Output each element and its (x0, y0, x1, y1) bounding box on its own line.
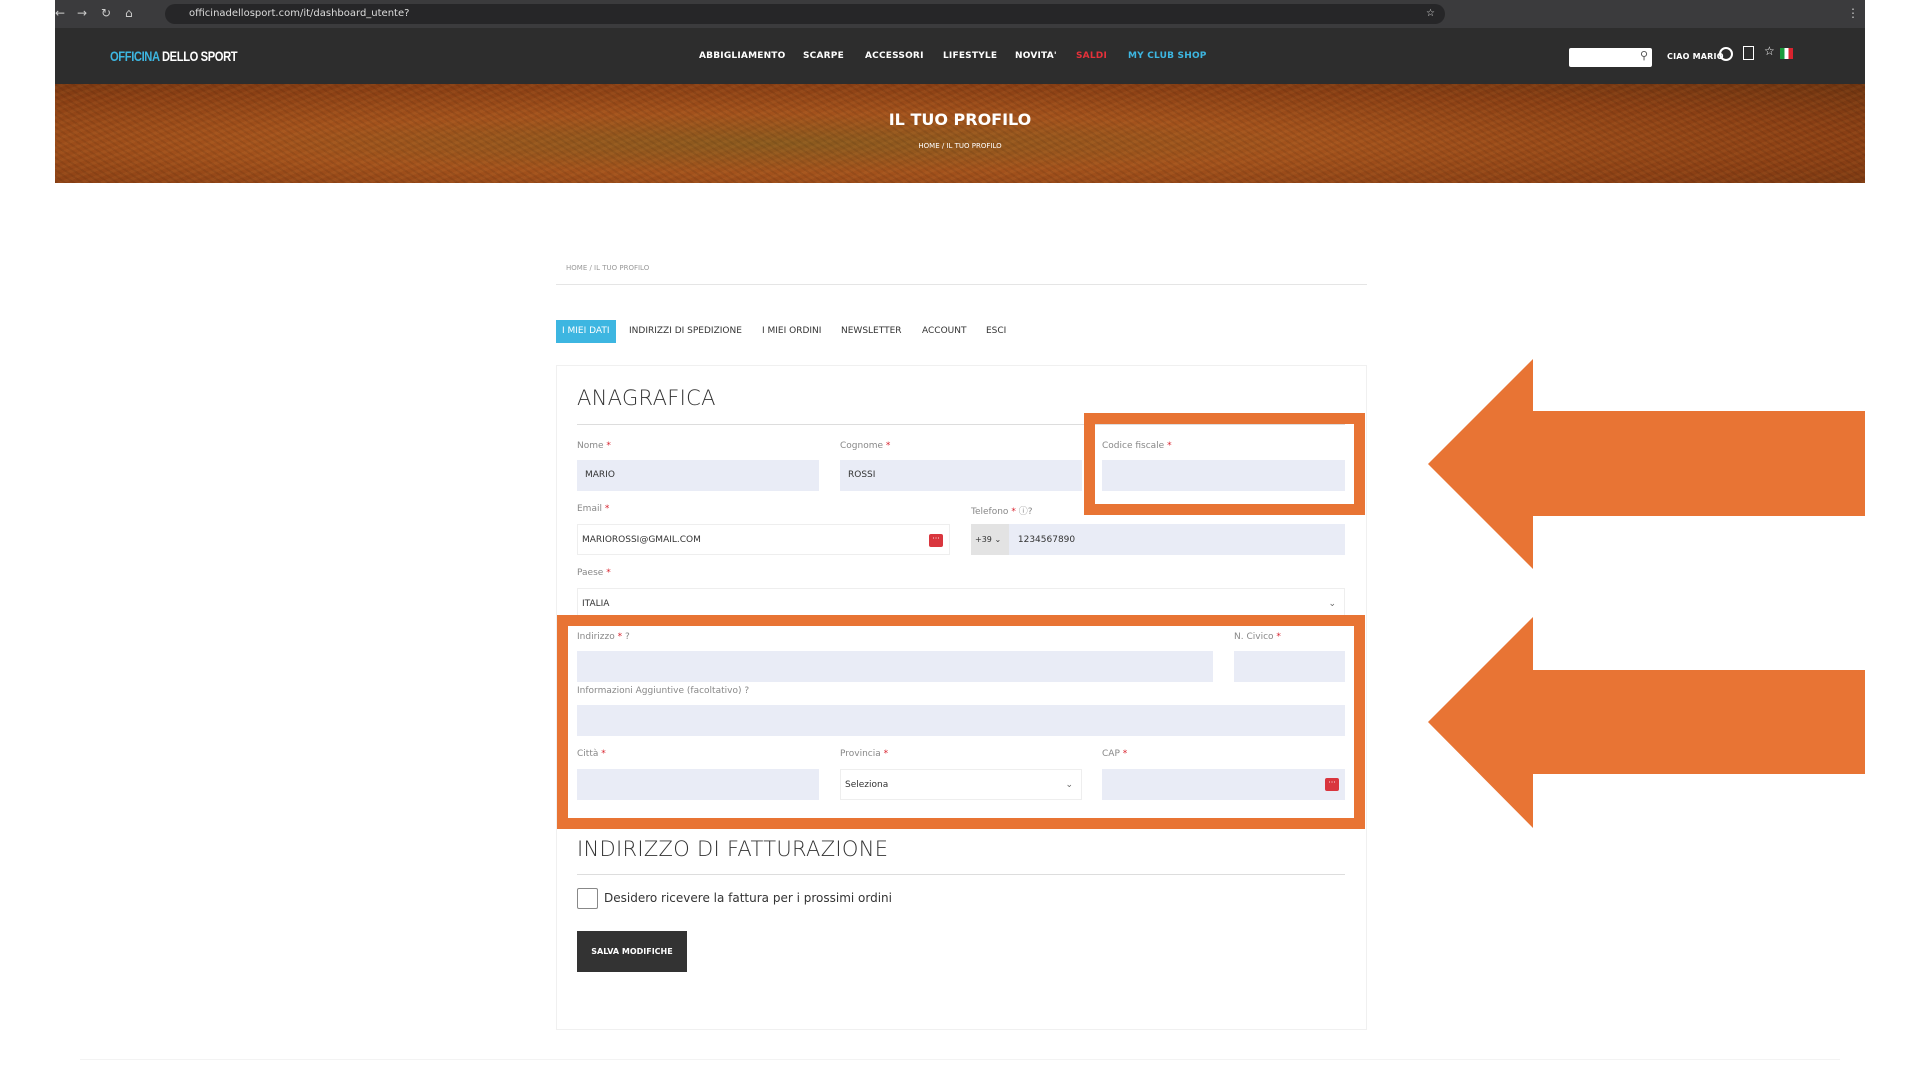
logo-part2: DELLO SPORT (161, 48, 238, 64)
wishlist-star-icon[interactable]: ☆ (1764, 44, 1775, 58)
annotation-arrows (1428, 359, 1865, 828)
browser-toolbar: ← → ↻ ⌂ officinadellosport.com/it/dashbo… (55, 0, 1865, 28)
nome-input[interactable]: MARIO (577, 460, 819, 491)
nav-my-club-shop[interactable]: MY CLUB SHOP (1128, 51, 1207, 61)
user-icon[interactable] (1719, 47, 1733, 61)
cart-icon[interactable] (1743, 46, 1754, 60)
annotation-box-address (557, 615, 1365, 829)
info-icon[interactable]: ⓘ (1019, 507, 1028, 517)
cognome-label: Cognome * (840, 441, 890, 451)
password-manager-icon[interactable]: ··· (929, 534, 943, 547)
telefono-input[interactable]: +39 ⌄ 1234567890 (971, 524, 1345, 555)
cognome-input[interactable]: ROSSI (840, 460, 1082, 491)
divider (577, 874, 1345, 875)
email-input[interactable]: MARIOROSSI@GMAIL.COM ··· (577, 524, 950, 555)
tab-esci[interactable]: ESCI (980, 320, 1012, 343)
nav-accessori[interactable]: ACCESSORI (865, 51, 924, 61)
invoice-checkbox-label[interactable]: Desidero ricevere la fattura per i pross… (604, 891, 892, 905)
nome-label: Nome * (577, 441, 611, 451)
bookmark-star-icon[interactable]: ☆ (1426, 4, 1435, 24)
forward-icon[interactable]: → (77, 6, 87, 20)
nav-novita[interactable]: NOVITA' (1015, 51, 1057, 61)
banner-breadcrumb: HOME / IL TUO PROFILO (918, 142, 1002, 150)
tab-account[interactable]: ACCOUNT (916, 320, 972, 343)
save-button[interactable]: SALVA MODIFICHE (577, 931, 687, 972)
search-input[interactable]: ⚲ (1569, 48, 1652, 67)
site-header: OFFICINA DELLO SPORT ABBIGLIAMENTO SCARP… (55, 28, 1865, 84)
label-text: Telefono (971, 507, 1009, 517)
footer-divider (80, 1059, 1840, 1060)
label-text: Cognome (840, 441, 884, 451)
help-icon[interactable]: ? (1028, 507, 1033, 517)
banner-title: IL TUO PROFILO (888, 110, 1032, 129)
tab-newsletter[interactable]: NEWSLETTER (835, 320, 908, 343)
chevron-down-icon: ⌄ (994, 535, 1002, 544)
nav-abbigliamento[interactable]: ABBIGLIAMENTO (699, 51, 786, 61)
label-text: Email (577, 504, 602, 514)
required-marker: * (606, 568, 611, 578)
home-icon[interactable]: ⌂ (125, 6, 133, 20)
nav-scarpe[interactable]: SCARPE (803, 51, 844, 61)
email-label: Email * (577, 504, 609, 514)
breadcrumb[interactable]: HOME / IL TUO PROFILO (566, 264, 649, 272)
label-text: Nome (577, 441, 604, 451)
paese-label: Paese * (577, 568, 611, 578)
menu-icon[interactable]: ⋮ (1847, 6, 1859, 20)
nav-saldi[interactable]: SALDI (1076, 51, 1107, 61)
italy-flag-icon[interactable] (1780, 48, 1793, 59)
annotation-arrow-icon (1428, 359, 1865, 569)
annotation-arrow-icon (1428, 617, 1865, 828)
tab-indirizzi-spedizione[interactable]: INDIRIZZI DI SPEDIZIONE (623, 320, 748, 343)
section-title-fatturazione: INDIRIZZO DI FATTURAZIONE (577, 837, 889, 861)
invoice-checkbox[interactable] (577, 888, 598, 909)
paese-value: ITALIA (582, 599, 610, 609)
label-text: Paese (577, 568, 604, 578)
required-marker: * (604, 504, 610, 514)
required-marker: * (1011, 507, 1016, 517)
telefono-value: 1234567890 (1017, 535, 1076, 545)
address-bar[interactable]: officinadellosport.com/it/dashboard_uten… (165, 4, 1445, 24)
required-marker: * (606, 441, 611, 451)
divider (556, 284, 1367, 285)
telefono-label: Telefono * ⓘ? (971, 504, 1032, 517)
reload-icon[interactable]: ↻ (101, 6, 111, 20)
required-marker: * (885, 441, 891, 451)
greeting: CIAO MARIO (1667, 52, 1724, 61)
hero-banner: IL TUO PROFILO HOME / IL TUO PROFILO (55, 84, 1865, 183)
back-icon[interactable]: ← (55, 6, 65, 20)
logo[interactable]: OFFICINA DELLO SPORT (110, 48, 238, 64)
tab-i-miei-ordini[interactable]: I MIEI ORDINI (756, 320, 827, 343)
country-prefix-select[interactable]: +39 ⌄ (971, 524, 1009, 555)
nav-lifestyle[interactable]: LIFESTYLE (943, 51, 997, 61)
tab-i-miei-dati[interactable]: I MIEI DATI (556, 320, 616, 343)
email-value: MARIOROSSI@GMAIL.COM (582, 535, 701, 545)
search-icon[interactable]: ⚲ (1640, 49, 1648, 62)
logo-part1: OFFICINA (110, 48, 160, 64)
url-text: officinadellosport.com/it/dashboard_uten… (189, 8, 410, 19)
annotation-box-codice-fiscale (1084, 413, 1365, 515)
prefix-value: +39 (975, 535, 992, 544)
section-title-anagrafica: ANAGRAFICA (577, 386, 716, 410)
